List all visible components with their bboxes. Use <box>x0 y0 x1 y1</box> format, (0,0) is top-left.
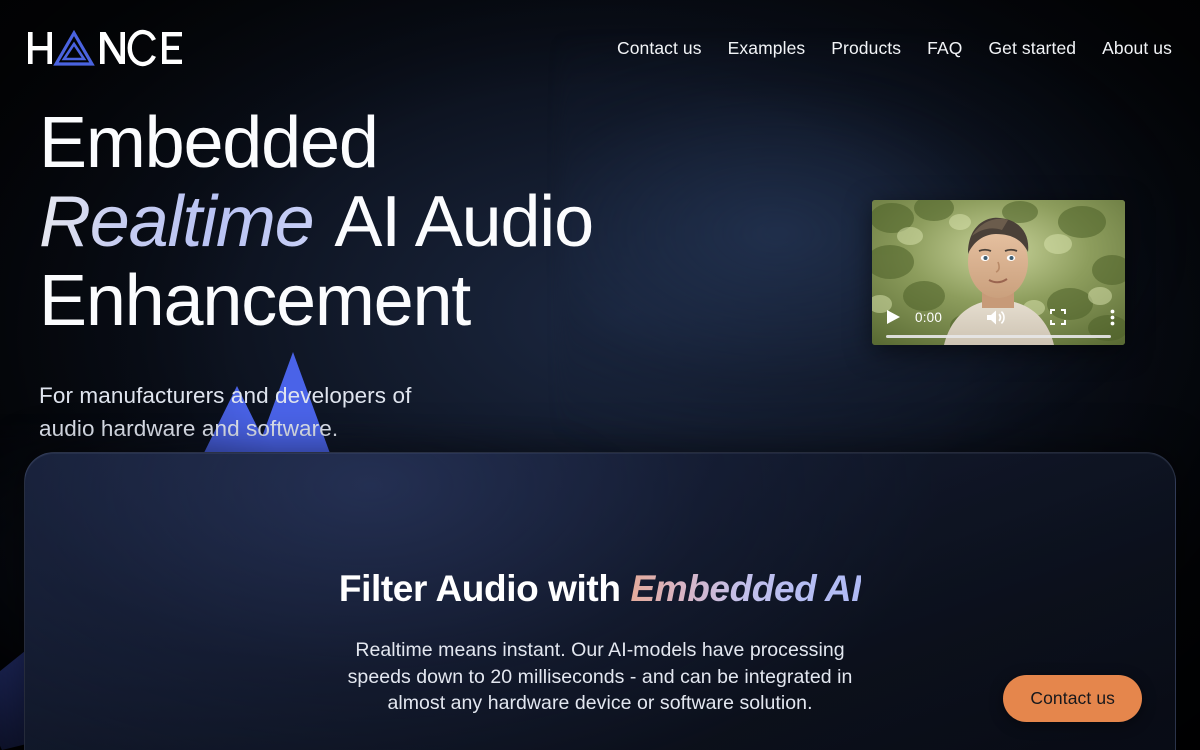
hero-section: Embedded Realtime AI Audio Enhancement F… <box>39 104 699 445</box>
volume-icon[interactable] <box>986 309 1006 326</box>
triangle-a-icon <box>53 29 95 66</box>
feature-card-content: Filter Audio with Embedded AI Realtime m… <box>25 453 1175 717</box>
fullscreen-icon[interactable] <box>1049 309 1066 325</box>
feature-heading-emphasis: Embedded AI <box>630 568 862 609</box>
hero-line-2-rest: AI Audio <box>334 182 594 262</box>
hero-video-player[interactable]: 0:00 <box>872 200 1125 345</box>
contact-us-button[interactable]: Contact us <box>1003 675 1142 722</box>
nav-examples[interactable]: Examples <box>728 38 806 59</box>
hero-subtitle-line-1: For manufacturers and developers of <box>39 383 412 408</box>
nav-get-started[interactable]: Get started <box>988 38 1076 59</box>
site-header: Contact us Examples Products FAQ Get sta… <box>0 0 1200 96</box>
hero-line-2-emphasis: Realtime <box>39 182 320 262</box>
main-navigation: Contact us Examples Products FAQ Get sta… <box>617 38 1172 59</box>
nav-faq[interactable]: FAQ <box>927 38 962 59</box>
hero-subtitle: For manufacturers and developers of audi… <box>39 379 699 445</box>
feature-card-body: Realtime means instant. Our AI-models ha… <box>347 639 853 714</box>
brand-logo[interactable] <box>26 28 186 68</box>
feature-heading-plain: Filter Audio with <box>338 568 621 609</box>
nav-about-us[interactable]: About us <box>1102 38 1172 59</box>
page-root: Contact us Examples Products FAQ Get sta… <box>0 0 1200 750</box>
hero-line-1: Embedded <box>39 103 379 183</box>
video-current-time: 0:00 <box>915 309 943 325</box>
nav-products[interactable]: Products <box>831 38 901 59</box>
more-vertical-icon[interactable] <box>1110 309 1115 326</box>
feature-card-heading: Filter Audio with Embedded AI <box>25 567 1175 611</box>
hero-subtitle-line-2: audio hardware and software. <box>39 416 339 441</box>
hero-line-3: Enhancement <box>39 261 471 341</box>
video-progress-bar[interactable] <box>886 334 1111 338</box>
nav-contact-us[interactable]: Contact us <box>617 38 702 59</box>
play-icon[interactable] <box>886 309 901 325</box>
hero-headline: Embedded Realtime AI Audio Enhancement <box>39 104 699 341</box>
